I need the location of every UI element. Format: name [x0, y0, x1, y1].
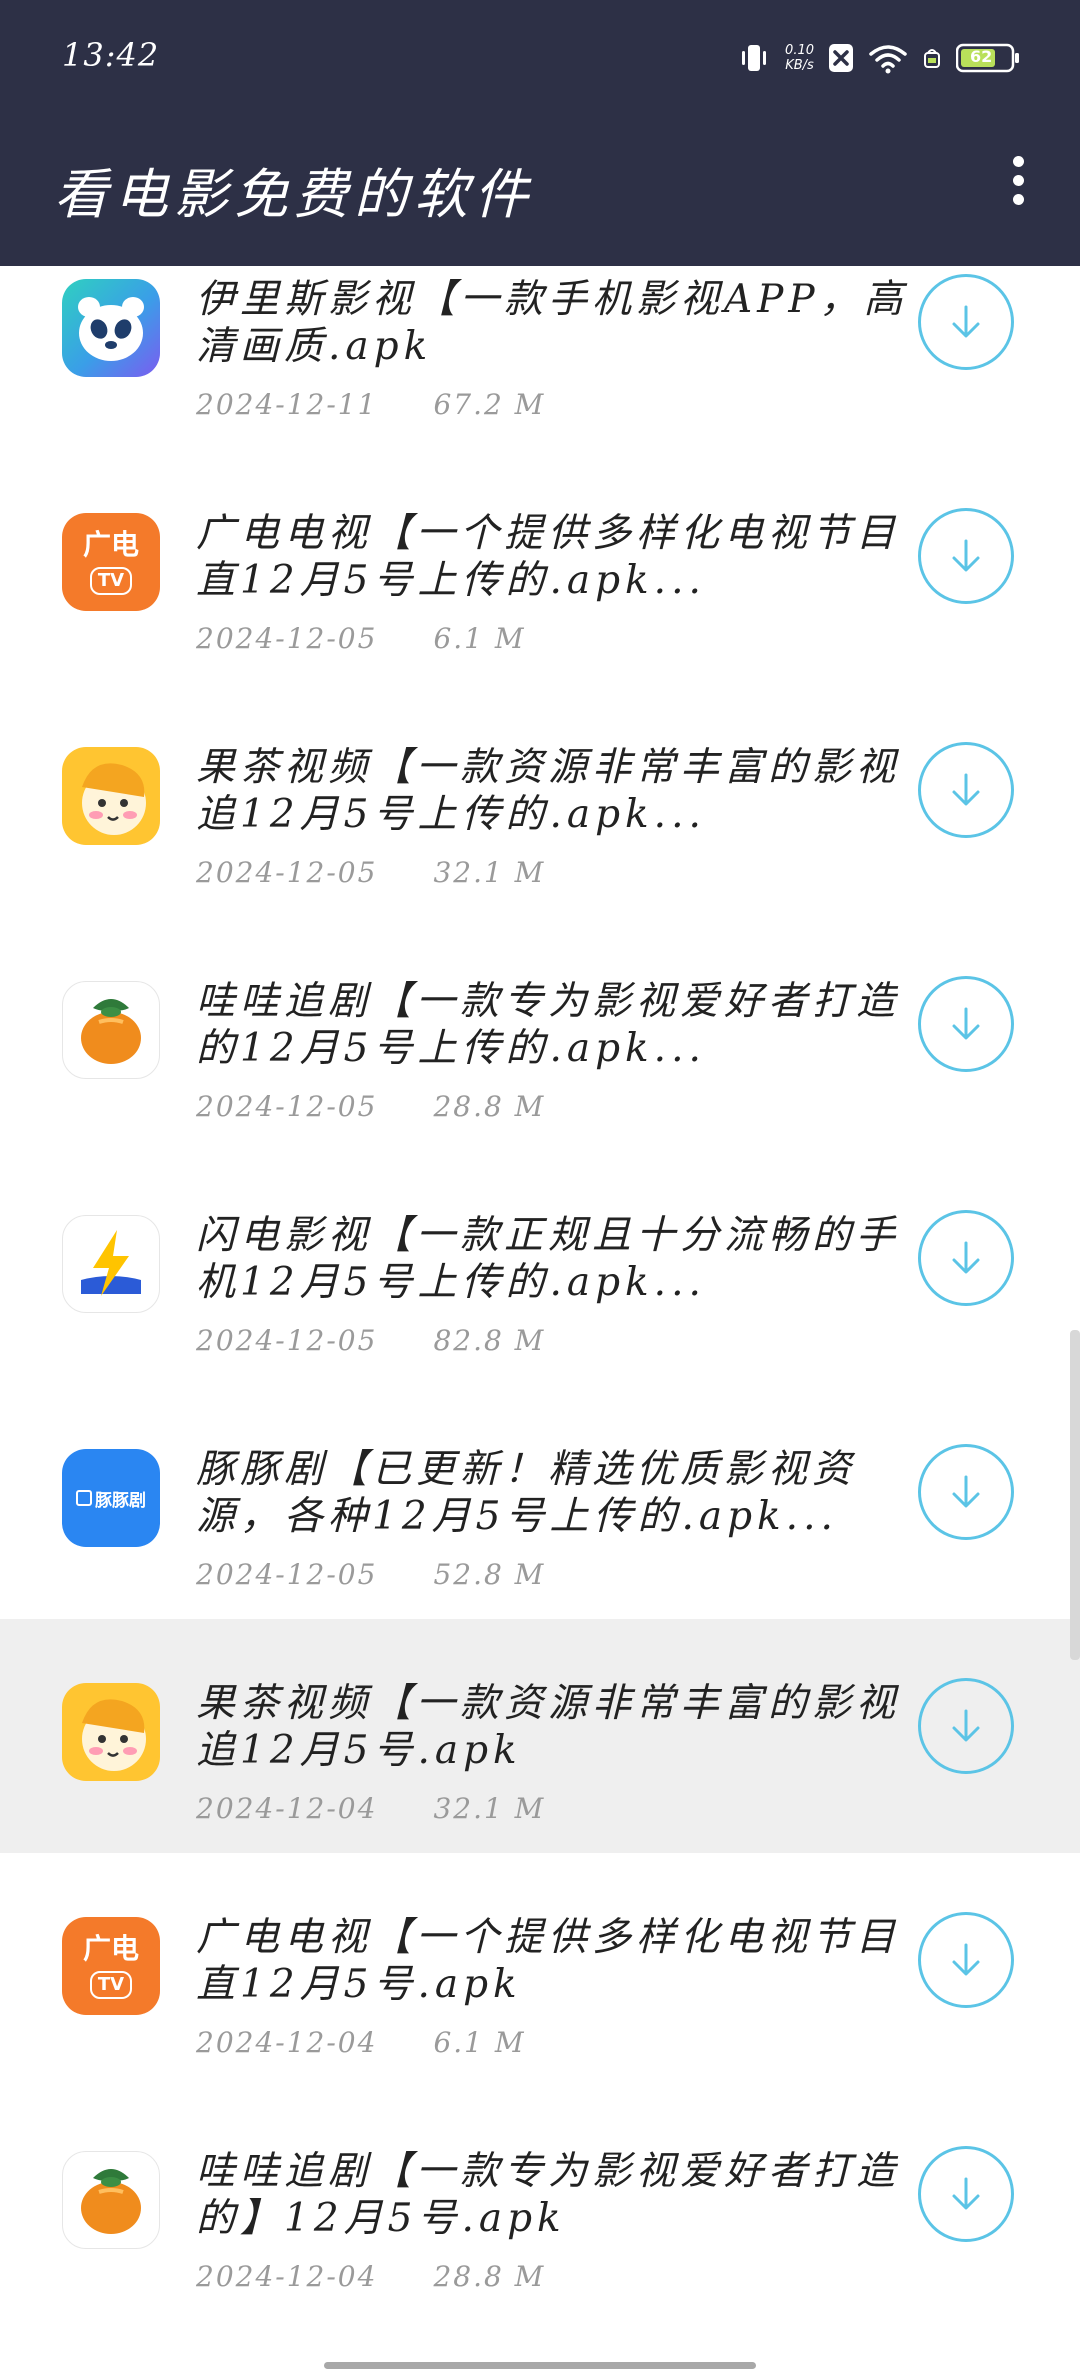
item-date: 2024-12-05 — [196, 1558, 378, 1591]
wifi-icon — [868, 42, 908, 74]
item-size: 6.1 M — [433, 2026, 526, 2059]
item-size: 52.8 M — [433, 1558, 546, 1591]
tuntunju-icon: 豚豚剧 — [62, 1449, 160, 1547]
item-size: 28.8 M — [433, 2260, 546, 2293]
download-button[interactable] — [918, 1210, 1014, 1306]
list-item[interactable]: 伊里斯影视【一款手机影视APP，高清画质.apk 2024-12-11 67.2 … — [0, 266, 1080, 499]
item-date: 2024-12-05 — [196, 1324, 378, 1357]
sim-blocked-icon — [828, 43, 854, 73]
item-title: 闪电影视【一款正规且十分流畅的手机12月5号上传的.apk... — [196, 1213, 901, 1305]
item-title: 豚豚剧【已更新！精选优质影视资源，各种12月5号上传的.apk... — [196, 1447, 857, 1539]
item-meta: 2024-12-05 82.8 M — [196, 1324, 545, 1357]
download-button[interactable] — [918, 742, 1014, 838]
more-options-button[interactable] — [998, 150, 1038, 210]
item-date: 2024-12-05 — [196, 856, 378, 889]
more-dot-icon — [1012, 193, 1024, 205]
list-item[interactable]: 果茶视频【一款资源非常丰富的影视追12月5号上传的.apk... 2024-12… — [0, 733, 1080, 967]
download-button[interactable] — [918, 2146, 1014, 2242]
item-meta: 2024-12-04 28.8 M — [196, 2260, 545, 2293]
download-arrow-icon — [952, 305, 980, 338]
icon-text-bottom: TV — [97, 570, 125, 591]
list-item[interactable]: 广电 TV 广电电视【一个提供多样化电视节目直12月5号.apk 2024-12… — [0, 1903, 1080, 2137]
item-size: 6.1 M — [433, 622, 526, 655]
item-meta: 2024-12-04 32.1 M — [196, 1792, 545, 1825]
icon-text-bottom: TV — [97, 1974, 125, 1995]
list-item[interactable]: 闪电影视【一款正规且十分流畅的手机12月5号上传的.apk... 2024-12… — [0, 1201, 1080, 1435]
list-item[interactable]: 广电 TV 广电电视【一个提供多样化电视节目直12月5号上传的.apk... 2… — [0, 499, 1080, 733]
tuntunju-logo-box — [76, 1490, 92, 1506]
guangdian-tv-icon: 广电 TV — [62, 1917, 160, 2015]
cartoon-face-icon — [62, 747, 160, 845]
item-title: 哇哇追剧【一款专为影视爱好者打造的】12月5号.apk — [196, 2149, 901, 2241]
item-title: 哇哇追剧【一款专为影视爱好者打造的12月5号上传的.apk... — [196, 979, 901, 1071]
item-meta: 2024-12-05 52.8 M — [196, 1558, 545, 1591]
download-arrow-icon — [952, 1943, 980, 1976]
download-arrow-icon — [952, 1709, 980, 1742]
item-size: 67.2 M — [433, 388, 546, 421]
apk-list[interactable]: 伊里斯影视【一款手机影视APP，高清画质.apk 2024-12-11 67.2 … — [0, 266, 1080, 2366]
item-meta: 2024-12-05 6.1 M — [196, 622, 526, 655]
item-size: 32.1 M — [433, 856, 546, 889]
panda-icon — [62, 279, 160, 377]
cartoon-face-icon — [62, 1683, 160, 1781]
tv-badge: TV — [90, 1971, 132, 1999]
more-dot-icon — [1012, 155, 1024, 167]
battery-level: 62 — [970, 47, 993, 66]
download-arrow-icon — [952, 773, 980, 806]
item-size: 32.1 M — [433, 1792, 546, 1825]
orange-fruit-icon — [62, 2151, 160, 2249]
download-button[interactable] — [918, 508, 1014, 604]
list-item[interactable]: 果茶视频【一款资源非常丰富的影视追12月5号.apk 2024-12-04 32.… — [0, 1619, 1080, 1853]
download-button[interactable] — [918, 976, 1014, 1072]
tv-badge: TV — [90, 567, 132, 595]
item-size: 82.8 M — [433, 1324, 546, 1357]
item-date: 2024-12-05 — [196, 622, 378, 655]
list-item[interactable]: 哇哇追剧【一款专为影视爱好者打造的12月5号上传的.apk... 2024-12… — [0, 967, 1080, 1201]
orange-fruit-icon — [62, 981, 160, 1079]
scrollbar[interactable] — [1070, 1330, 1080, 1660]
network-speed: 0.10 KB/s — [785, 43, 814, 73]
app-header: 13:42 0.10 KB/s 62 看电影免费的软件 — [0, 0, 1080, 266]
item-date: 2024-12-04 — [196, 1792, 378, 1825]
download-button[interactable] — [918, 1444, 1014, 1540]
network-speed-unit: KB/s — [785, 58, 814, 73]
item-meta: 2024-12-05 28.8 M — [196, 1090, 545, 1123]
download-button[interactable] — [918, 1912, 1014, 2008]
item-title: 果茶视频【一款资源非常丰富的影视追12月5号.apk — [196, 1681, 901, 1773]
vibrate-icon — [737, 41, 771, 75]
item-title: 广电电视【一个提供多样化电视节目直12月5号.apk — [196, 1915, 901, 2007]
item-date: 2024-12-04 — [196, 2026, 378, 2059]
item-size: 28.8 M — [433, 1090, 546, 1123]
battery-icon: 62 — [956, 43, 1020, 73]
item-title: 果茶视频【一款资源非常丰富的影视追12月5号上传的.apk... — [196, 745, 901, 837]
download-arrow-icon — [952, 1007, 980, 1040]
download-arrow-icon — [952, 539, 980, 572]
guangdian-tv-icon: 广电 TV — [62, 513, 160, 611]
item-meta: 2024-12-05 32.1 M — [196, 856, 545, 889]
item-date: 2024-12-04 — [196, 2260, 378, 2293]
home-indicator[interactable] — [324, 2362, 756, 2369]
item-date: 2024-12-05 — [196, 1090, 378, 1123]
android-icon — [922, 45, 942, 71]
download-arrow-icon — [952, 2177, 980, 2210]
page-title: 看电影免费的软件 — [54, 163, 534, 226]
list-item[interactable]: 哇哇追剧【一款专为影视爱好者打造的】12月5号.apk 2024-12-04 28… — [0, 2137, 1080, 2366]
download-button[interactable] — [918, 1678, 1014, 1774]
item-date: 2024-12-11 — [196, 388, 378, 421]
item-meta: 2024-12-04 6.1 M — [196, 2026, 526, 2059]
more-dot-icon — [1012, 174, 1024, 186]
status-icons: 0.10 KB/s 62 — [737, 34, 1020, 82]
status-time: 13:42 — [62, 36, 160, 74]
icon-text-top: 广电 — [82, 1932, 139, 1965]
icon-text: 豚豚剧 — [95, 1490, 146, 1511]
item-title: 伊里斯影视【一款手机影视APP，高清画质.apk — [196, 277, 908, 369]
icon-text-top: 广电 — [82, 528, 139, 561]
network-speed-value: 0.10 — [785, 43, 814, 58]
item-title: 广电电视【一个提供多样化电视节目直12月5号上传的.apk... — [196, 511, 901, 603]
download-arrow-icon — [952, 1241, 980, 1274]
lightning-icon — [62, 1215, 160, 1313]
item-meta: 2024-12-11 67.2 M — [196, 388, 545, 421]
download-button[interactable] — [918, 274, 1014, 370]
download-arrow-icon — [952, 1475, 980, 1508]
